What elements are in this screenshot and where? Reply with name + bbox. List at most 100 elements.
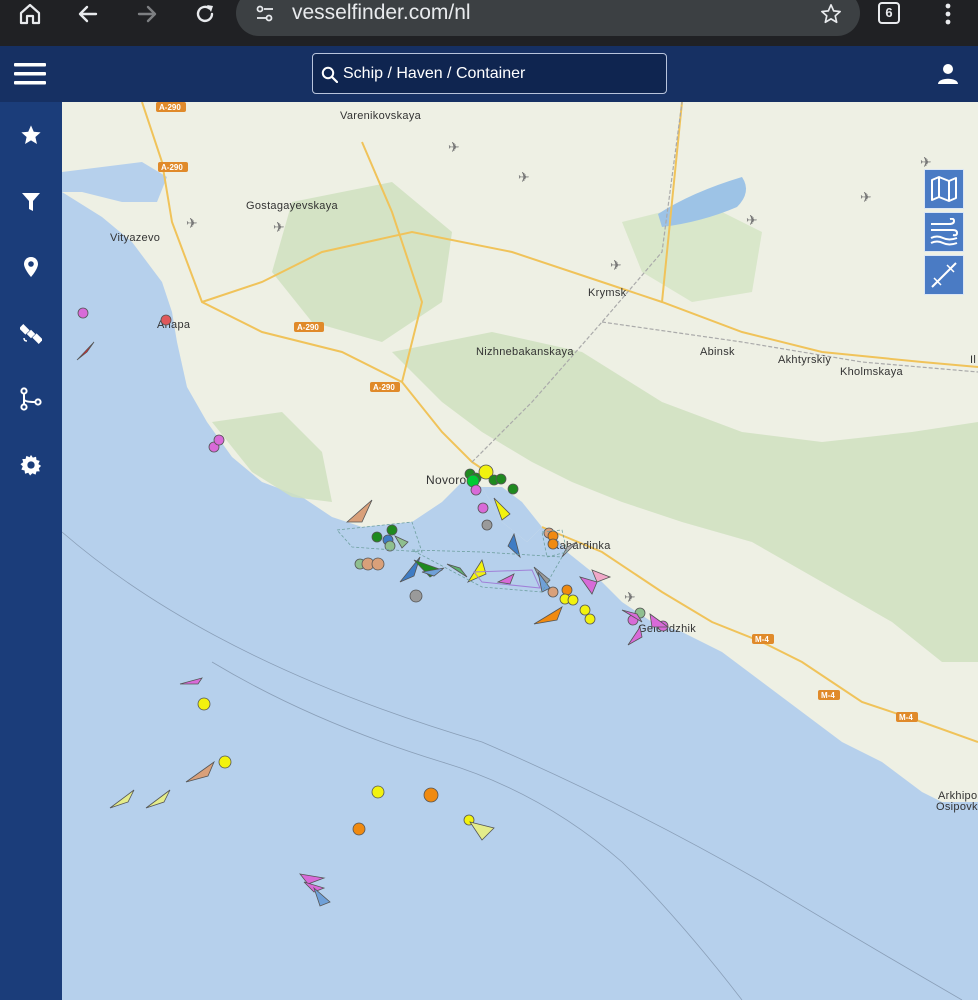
vessel-arrow[interactable]: [299, 873, 326, 885]
vessel-marker[interactable]: [77, 307, 89, 319]
hamburger-menu-icon[interactable]: [14, 62, 46, 86]
place-label: Gostagayevskaya: [246, 200, 339, 212]
satellite-icon: [20, 324, 42, 344]
bookmark-star-icon[interactable]: [818, 0, 844, 28]
reload-icon[interactable]: [191, 0, 219, 28]
road-label: M-4: [755, 635, 769, 644]
svg-text:✈: ✈: [860, 190, 872, 206]
vessel-arrow[interactable]: [627, 625, 643, 646]
place-label: Il: [970, 354, 976, 366]
vessel-marker[interactable]: [218, 755, 232, 769]
road-label: A-290: [161, 163, 183, 172]
svg-text:✈: ✈: [273, 220, 285, 236]
place-label: Osipovk: [936, 801, 978, 813]
map-canvas[interactable]: ✈✈✈ ✈ ✈✈✈✈✈ A-290 A-290 A-290 A-290 M-4 M…: [62, 102, 978, 1000]
vessel-marker[interactable]: [507, 483, 519, 495]
vessel-marker[interactable]: [371, 557, 385, 571]
sidebar: [0, 102, 62, 1000]
tab-switcher-button[interactable]: 6: [878, 2, 900, 24]
vessel-arrow[interactable]: [469, 821, 495, 841]
satellite-button[interactable]: [0, 309, 62, 359]
svg-text:✈: ✈: [186, 216, 198, 232]
user-icon[interactable]: [936, 62, 960, 86]
vessel-marker[interactable]: [567, 594, 579, 606]
vessel-marker[interactable]: [352, 822, 366, 836]
vessel-arrow[interactable]: [394, 535, 409, 549]
back-icon[interactable]: [74, 0, 102, 28]
map-view[interactable]: ✈ ✈ ✈ ✈ ✈ ✈ ✈ ✈ ✈ A-290 A-290 A-290 A-290 M-4 M…: [62, 102, 978, 1000]
vessel-arrow[interactable]: [313, 886, 331, 907]
vessel-arrow[interactable]: [76, 341, 95, 361]
search-placeholder: Schip / Haven / Container: [343, 65, 526, 82]
vessel-arrow[interactable]: [179, 677, 203, 685]
vessel-arrow[interactable]: [579, 576, 598, 595]
vessel-marker[interactable]: [547, 538, 559, 550]
search-input[interactable]: Schip / Haven / Container: [312, 53, 667, 94]
vessel-marker[interactable]: [481, 519, 493, 531]
svg-text:✈: ✈: [624, 590, 636, 606]
vessel-marker[interactable]: [386, 524, 398, 536]
app-header: Schip / Haven / Container: [0, 46, 978, 102]
vessel-marker[interactable]: [423, 787, 439, 803]
road-label: A-290: [373, 383, 395, 392]
place-label: Krymsk: [588, 287, 627, 299]
routes-button[interactable]: [0, 374, 62, 424]
vessel-marker[interactable]: [371, 531, 383, 543]
vessel-arrow[interactable]: [109, 789, 135, 809]
vessel-marker[interactable]: [584, 613, 596, 625]
route-tool-icon: [931, 262, 957, 288]
settings-icon: [20, 454, 42, 476]
map-layer-controls: [924, 169, 964, 298]
map-layers-button[interactable]: [924, 169, 964, 209]
map-layers-icon: [931, 176, 957, 202]
vessel-marker[interactable]: [561, 584, 573, 596]
site-settings-icon[interactable]: [252, 0, 278, 28]
forward-icon[interactable]: [133, 0, 161, 28]
wind-icon: [930, 218, 959, 246]
more-menu-icon[interactable]: [936, 0, 960, 28]
url-text[interactable]: vesselfinder.com/nl: [292, 0, 471, 26]
route-tool-button[interactable]: [924, 255, 964, 295]
route-icon: [20, 387, 42, 411]
settings-button[interactable]: [0, 440, 62, 490]
svg-text:✈: ✈: [518, 170, 530, 186]
vessel-arrow[interactable]: [145, 789, 171, 809]
vessel-marker[interactable]: [213, 434, 225, 446]
vessel-arrow[interactable]: [185, 760, 215, 783]
browser-toolbar: vesselfinder.com/nl 6: [0, 0, 978, 46]
vessel-marker[interactable]: [477, 502, 489, 514]
vessel-arrow[interactable]: [496, 573, 515, 585]
wind-layer-button[interactable]: [924, 212, 964, 252]
filter-icon: [22, 193, 40, 211]
place-label: Kholmskaya: [840, 366, 903, 378]
vessel-arrow[interactable]: [413, 559, 443, 578]
vessel-marker[interactable]: [495, 473, 507, 485]
svg-text:✈: ✈: [746, 213, 758, 229]
filter-button[interactable]: [0, 177, 62, 227]
location-button[interactable]: [0, 242, 62, 292]
map-pin-icon: [24, 257, 38, 277]
vessel-arrow[interactable]: [533, 606, 563, 625]
vessel-marker[interactable]: [371, 785, 385, 799]
svg-text:✈: ✈: [448, 140, 460, 156]
road-label: A-290: [297, 323, 319, 332]
favorites-button[interactable]: [0, 110, 62, 160]
svg-text:✈: ✈: [610, 258, 622, 274]
place-label: Varenikovskaya: [340, 110, 422, 122]
vessel-arrow[interactable]: [303, 881, 326, 893]
vessel-marker[interactable]: [409, 589, 423, 603]
vessel-marker[interactable]: [579, 604, 591, 616]
vessel-marker[interactable]: [160, 314, 172, 326]
place-label: Kabardinka: [552, 540, 611, 552]
place-label: Akhtyrskiy: [778, 354, 831, 366]
vessel-arrow[interactable]: [466, 559, 487, 583]
road-label: A-290: [159, 103, 181, 112]
home-icon[interactable]: [16, 0, 44, 28]
road-label: M-4: [821, 691, 835, 700]
star-icon: [21, 125, 41, 144]
vessel-marker[interactable]: [470, 484, 482, 496]
place-label: Vityazevo: [110, 232, 160, 244]
vessel-marker[interactable]: [197, 697, 211, 711]
road-label: M-4: [899, 713, 913, 722]
place-label: Nizhnebakanskaya: [476, 346, 574, 358]
